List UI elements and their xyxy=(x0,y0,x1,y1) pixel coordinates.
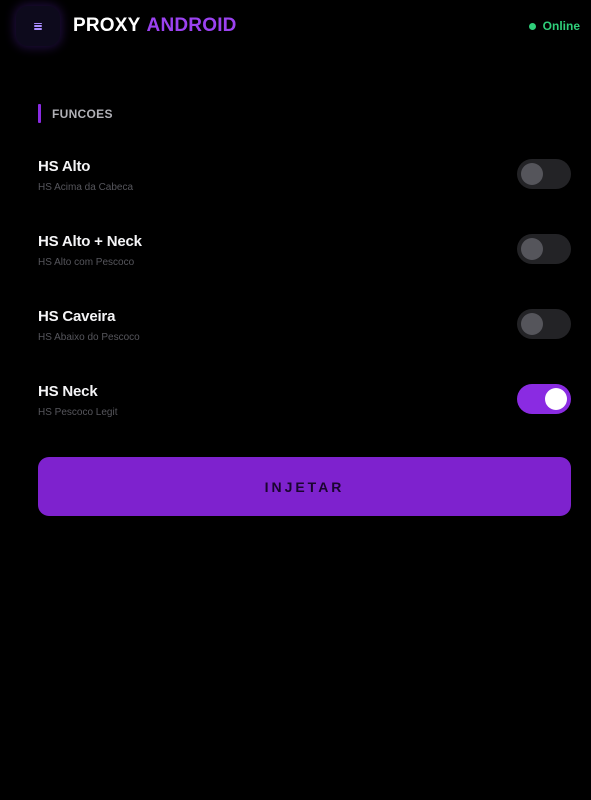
connection-status: Online xyxy=(528,19,580,33)
app-header: PROXY ANDROID Online xyxy=(0,0,591,52)
toggle-row-hs-caveira: HS Caveira HS Abaixo do Pescoco xyxy=(38,308,571,352)
toggle-subtitle: HS Pescoco Legit xyxy=(38,407,118,418)
toggle-row-hs-alto: HS Alto HS Acima da Cabeca xyxy=(38,158,571,202)
toggle-switch-hs-neck[interactable] xyxy=(517,384,571,414)
app-title-accent: ANDROID xyxy=(146,15,237,36)
app-title-primary: PROXY xyxy=(73,15,141,36)
app-title: PROXY ANDROID xyxy=(73,15,237,37)
section-header: FUNCOES xyxy=(38,104,113,123)
toggle-switch-hs-alto-neck[interactable] xyxy=(517,234,571,264)
menu-button[interactable] xyxy=(16,6,60,46)
section-accent-bar xyxy=(38,104,41,123)
toggle-switch-hs-alto[interactable] xyxy=(517,159,571,189)
section-title: FUNCOES xyxy=(52,106,113,121)
toggle-switch-hs-caveira[interactable] xyxy=(517,309,571,339)
inject-button[interactable]: INJETAR xyxy=(38,457,571,516)
toggle-knob xyxy=(545,388,567,410)
toggle-row-hs-alto-neck: HS Alto + Neck HS Alto com Pescoco xyxy=(38,233,571,277)
status-label: Online xyxy=(542,19,580,33)
toggle-title: HS Caveira xyxy=(38,308,116,325)
toggle-title: HS Neck xyxy=(38,383,98,400)
toggle-row-hs-neck: HS Neck HS Pescoco Legit xyxy=(38,383,571,427)
toggle-subtitle: HS Abaixo do Pescoco xyxy=(38,332,140,343)
toggle-subtitle: HS Acima da Cabeca xyxy=(38,182,134,193)
toggle-subtitle: HS Alto com Pescoco xyxy=(38,257,135,268)
hamburger-icon xyxy=(34,22,42,30)
toggle-knob xyxy=(521,163,543,185)
toggle-title: HS Alto xyxy=(38,158,91,175)
status-dot-icon xyxy=(528,22,536,30)
toggle-knob xyxy=(521,238,543,260)
toggle-knob xyxy=(521,313,543,335)
toggle-title: HS Alto + Neck xyxy=(38,233,142,250)
inject-button-label: INJETAR xyxy=(264,478,345,495)
